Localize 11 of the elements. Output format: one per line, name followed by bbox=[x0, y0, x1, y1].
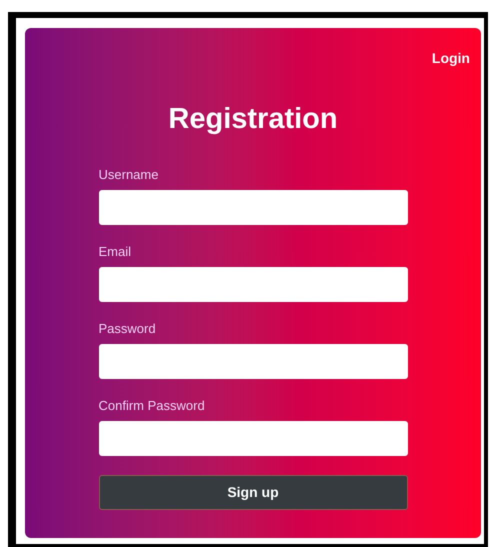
login-link[interactable]: Login bbox=[432, 48, 470, 69]
input-field[interactable] bbox=[98, 344, 408, 379]
input-field[interactable] bbox=[98, 421, 408, 456]
input-field[interactable] bbox=[98, 190, 408, 225]
field-label: Confirm Password bbox=[98, 398, 206, 414]
field-label: Password bbox=[98, 321, 157, 337]
form-title: Registration bbox=[168, 105, 338, 134]
field-label: Username bbox=[98, 167, 160, 183]
field-label: Email bbox=[98, 244, 132, 260]
input-field[interactable] bbox=[98, 267, 408, 302]
sign-up-button[interactable]: Sign up bbox=[98, 475, 408, 510]
